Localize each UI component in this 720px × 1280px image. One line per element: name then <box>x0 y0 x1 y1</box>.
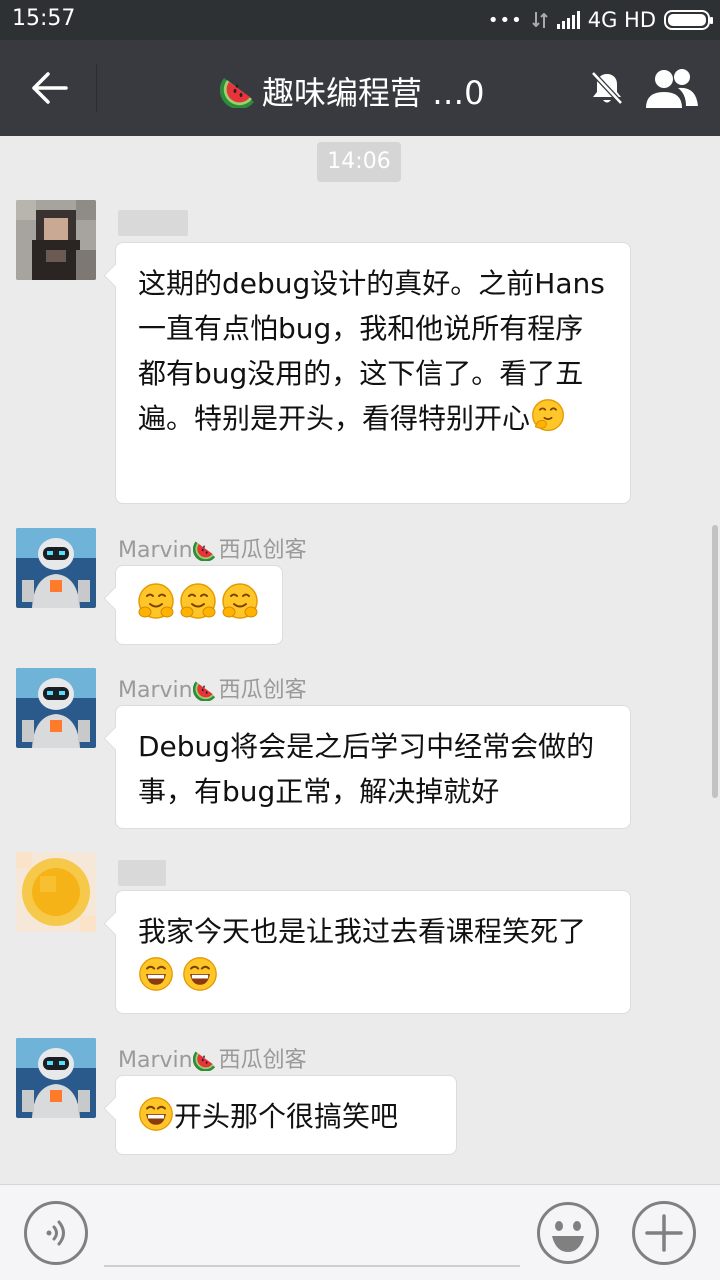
message-text: Debug将会是之后学习中经常会做的事，有bug正常，解决掉就好 <box>138 730 595 808</box>
notification-dots: ••• <box>487 9 523 31</box>
message-bubble[interactable]: 这期的debug设计的真好。之前Hans一直有点怕bug，我和他说所有程序都有b… <box>115 242 631 504</box>
input-bar <box>0 1184 720 1280</box>
voice-input-button[interactable] <box>24 1201 88 1265</box>
hug-emoji-icon <box>136 582 176 622</box>
message-bubble[interactable] <box>115 565 283 645</box>
group-members-icon[interactable] <box>642 66 700 110</box>
thinking-hug-emoji-icon <box>530 398 566 434</box>
message-bubble[interactable]: 开头那个很搞笑吧 <box>115 1075 457 1155</box>
robot-avatar-icon <box>16 668 96 748</box>
avatar-robot[interactable] <box>16 528 96 608</box>
chat-title: 趣味编程营 …0 <box>220 68 485 114</box>
robot-avatar-icon <box>16 1038 96 1118</box>
sender-name-blurred <box>118 860 166 886</box>
mute-notifications-icon[interactable] <box>590 70 624 106</box>
sender-name: Marvin 西瓜创客 <box>118 532 307 564</box>
voice-icon <box>46 1220 65 1246</box>
message-text: 开头那个很搞笑吧 <box>174 1100 399 1133</box>
chat-title-text: 趣味编程营 …0 <box>262 74 485 112</box>
sender-name-text: Marvin <box>118 678 193 703</box>
chat-scrollbar[interactable] <box>712 525 718 798</box>
sender-name-suffix: 西瓜创客 <box>218 678 307 703</box>
message-input[interactable] <box>104 1205 520 1267</box>
signal-icon <box>556 11 580 29</box>
status-indicators: ••• 4G HD <box>487 6 713 34</box>
sender-name: Marvin 西瓜创客 <box>118 1042 307 1074</box>
message-bubble[interactable]: Debug将会是之后学习中经常会做的事，有bug正常，解决掉就好 <box>115 705 631 829</box>
sender-name-suffix: 西瓜创客 <box>218 1048 307 1073</box>
grinning-emoji-icon <box>138 956 174 992</box>
data-transfer-icon <box>532 12 548 28</box>
avatar-blurred-photo[interactable] <box>16 200 96 280</box>
network-label: 4G HD <box>587 8 656 32</box>
grinning-emoji-icon <box>138 1096 174 1132</box>
back-arrow-icon[interactable] <box>28 66 72 110</box>
blurred-photo-icon <box>16 200 96 280</box>
status-bar: 15:57 ••• 4G HD <box>0 0 720 40</box>
sender-name: Marvin 西瓜创客 <box>118 672 307 704</box>
message-timestamp: 14:06 <box>317 142 401 182</box>
grinning-emoji-icon <box>182 956 218 992</box>
message-text: 我家今天也是让我过去看课程笑死了 <box>138 915 587 948</box>
robot-avatar-icon <box>16 528 96 608</box>
watermelon-icon <box>193 1045 219 1071</box>
chat-header: 趣味编程营 …0 <box>0 40 720 136</box>
blurred-yellow-icon <box>16 852 96 932</box>
emoji-button-icon[interactable] <box>536 1201 600 1265</box>
watermelon-icon <box>220 68 260 108</box>
watermelon-icon <box>193 675 219 701</box>
battery-icon <box>664 10 713 30</box>
avatar-robot[interactable] <box>16 1038 96 1118</box>
more-options-button[interactable] <box>632 1201 696 1265</box>
avatar-robot[interactable] <box>16 668 96 748</box>
hug-emoji-icon <box>220 582 260 622</box>
sender-name-suffix: 西瓜创客 <box>218 538 307 563</box>
sender-name-text: Marvin <box>118 538 193 563</box>
sender-name-text: Marvin <box>118 1048 193 1073</box>
status-time: 15:57 <box>12 6 76 31</box>
avatar-blurred-yellow[interactable] <box>16 852 96 932</box>
sender-name-blurred <box>118 210 188 236</box>
hug-emoji-icon <box>178 582 218 622</box>
plus-icon <box>645 1214 683 1252</box>
message-bubble[interactable]: 我家今天也是让我过去看课程笑死了 <box>115 890 631 1014</box>
header-divider <box>96 64 97 112</box>
watermelon-icon <box>193 535 219 561</box>
